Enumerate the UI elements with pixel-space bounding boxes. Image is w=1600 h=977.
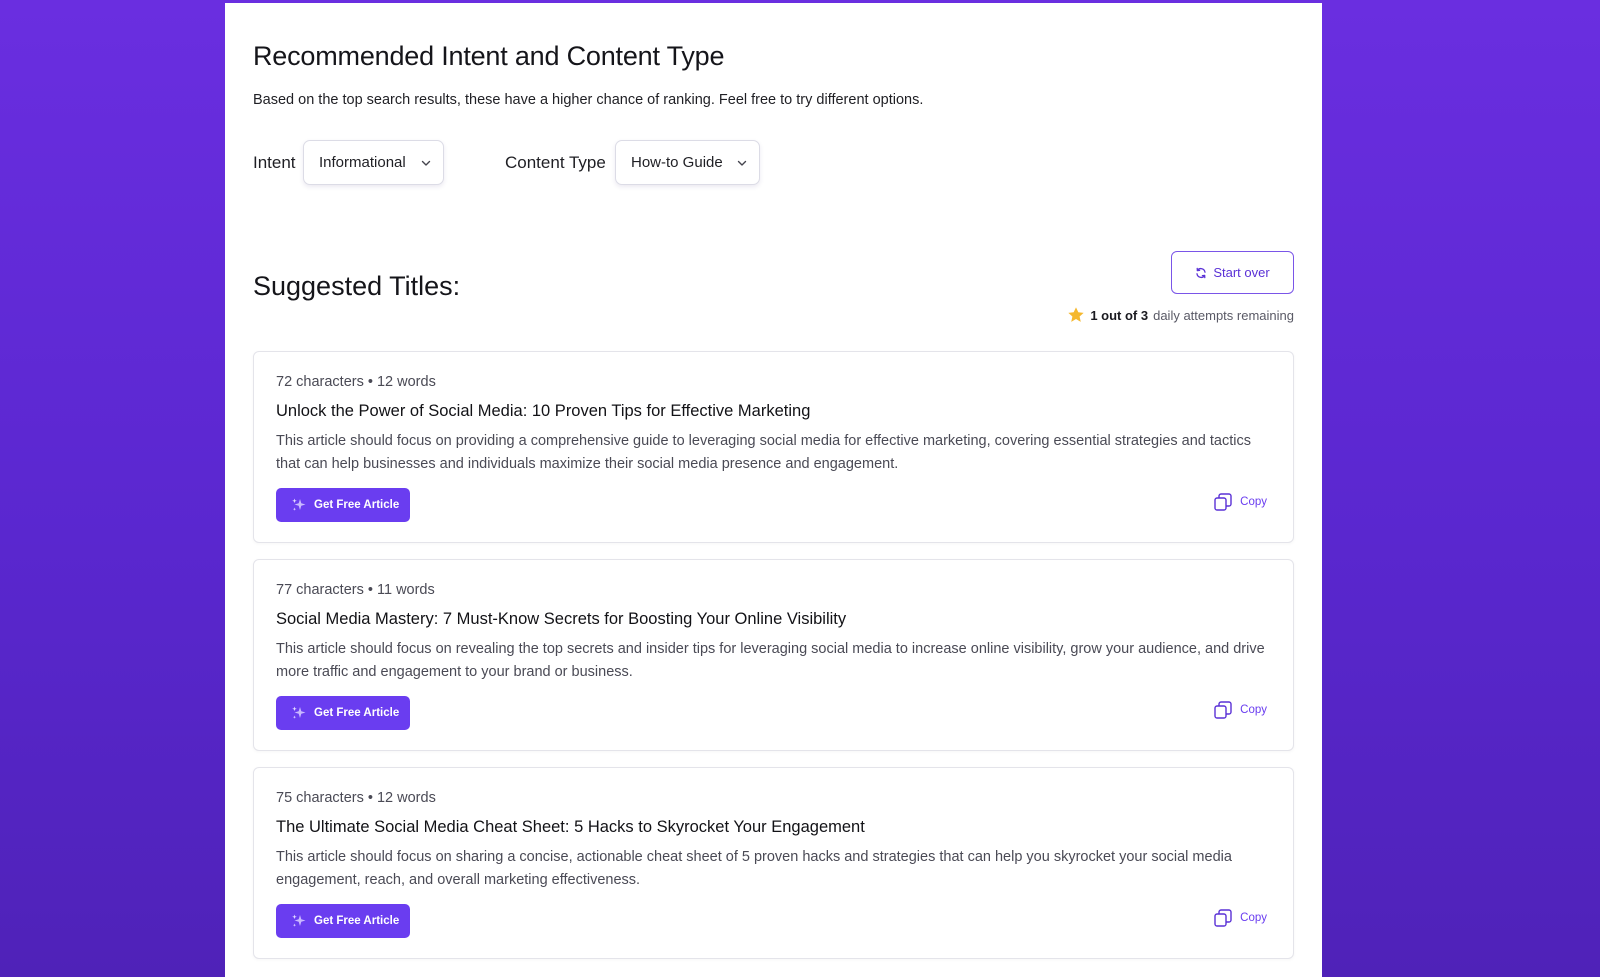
title-meta: 75 characters • 12 words	[276, 790, 436, 806]
title-description: This article should focus on revealing t…	[276, 641, 1265, 680]
title-text: Unlock the Power of Social Media: 10 Pro…	[276, 402, 811, 420]
attempts-remaining: 1 out of 3 daily attempts remaining	[1067, 306, 1294, 324]
title-description: This article should focus on providing a…	[276, 433, 1251, 472]
copy-icon	[1214, 909, 1232, 927]
page-title: Recommended Intent and Content Type	[253, 41, 725, 71]
page-subtitle: Based on the top search results, these h…	[253, 92, 924, 108]
title-card: 75 characters • 12 words The Ultimate So…	[253, 767, 1294, 959]
copy-label: Copy	[1240, 912, 1267, 924]
content-type-select-value: How-to Guide	[631, 154, 723, 171]
chevron-down-icon	[421, 160, 431, 166]
start-over-button[interactable]: Start over	[1171, 251, 1294, 294]
star-icon	[1068, 307, 1084, 322]
sparkle-icon	[292, 498, 306, 511]
title-meta: 72 characters • 12 words	[276, 374, 436, 390]
title-text: Social Media Mastery: 7 Must-Know Secret…	[276, 610, 847, 628]
get-free-article-label: Get Free Article	[314, 915, 400, 927]
intent-label: Intent	[253, 153, 296, 172]
attempts-suffix: daily attempts remaining	[1153, 307, 1294, 323]
title-meta: 77 characters • 11 words	[276, 582, 435, 598]
title-text: The Ultimate Social Media Cheat Sheet: 5…	[276, 818, 865, 836]
sparkle-icon	[292, 914, 306, 927]
intent-select-value: Informational	[319, 154, 406, 171]
refresh-icon	[1196, 267, 1206, 278]
get-free-article-button[interactable]: Get Free Article	[276, 696, 410, 730]
title-card: 72 characters • 12 words Unlock the Powe…	[253, 351, 1294, 543]
copy-icon	[1214, 701, 1232, 719]
get-free-article-label: Get Free Article	[314, 499, 400, 511]
main-panel: Recommended Intent and Content Type Base…	[225, 3, 1322, 977]
copy-label: Copy	[1240, 496, 1267, 508]
get-free-article-label: Get Free Article	[314, 707, 400, 719]
content-type-label: Content Type	[505, 153, 606, 172]
content-type-select[interactable]: How-to Guide	[615, 140, 760, 185]
title-description: This article should focus on sharing a c…	[276, 849, 1232, 888]
copy-label: Copy	[1240, 704, 1267, 716]
attempts-count: 1 out of 3	[1090, 307, 1149, 323]
intent-select[interactable]: Informational	[303, 140, 444, 185]
sparkle-icon	[292, 706, 306, 719]
copy-button[interactable]: Copy	[1213, 492, 1267, 512]
get-free-article-button[interactable]: Get Free Article	[276, 488, 410, 522]
suggested-titles-heading: Suggested Titles:	[253, 271, 461, 301]
get-free-article-button[interactable]: Get Free Article	[276, 904, 410, 938]
copy-icon	[1214, 493, 1232, 511]
chevron-down-icon	[737, 160, 747, 166]
start-over-label: Start over	[1213, 265, 1270, 280]
title-card: 77 characters • 11 words Social Media Ma…	[253, 559, 1294, 751]
copy-button[interactable]: Copy	[1213, 908, 1267, 928]
copy-button[interactable]: Copy	[1213, 700, 1267, 720]
